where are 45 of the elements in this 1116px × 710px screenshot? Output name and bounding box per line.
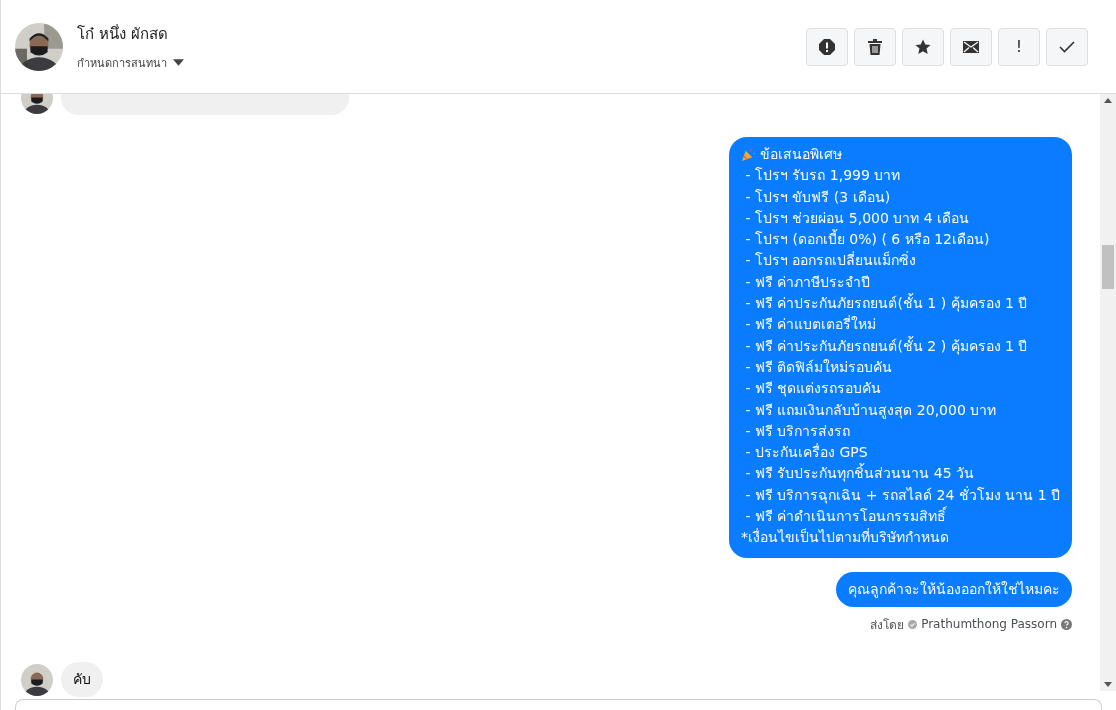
- exclaim-button[interactable]: !: [998, 27, 1040, 66]
- message-line: - ฟรี ค่าประกันภัยรถยนต์(ชั้น 2 ) คุ้มครอง 1 ปี: [744, 335, 1029, 357]
- trash-button[interactable]: [854, 27, 896, 66]
- message-line: - โปรฯ ขับฟรี (3 เดือน): [744, 187, 892, 207]
- message-title: ข้อเสนอพิเศษ: [760, 145, 842, 164]
- party-popper-icon: [741, 147, 756, 163]
- mail-button[interactable]: [950, 27, 992, 66]
- check-button[interactable]: [1046, 27, 1088, 66]
- check-icon: [1059, 38, 1075, 55]
- message-line: - ฟรี บริการส่งรถ: [744, 421, 852, 441]
- scrollbar-thumb[interactable]: [1102, 245, 1114, 289]
- message-input[interactable]: [15, 699, 1102, 710]
- message-line: - ฟรี ค่าแบตเตอรี่ใหม่: [744, 314, 878, 335]
- message-line: - โปรฯ (ดอกเบี้ย 0%) ( 6 หรือ 12เดือน): [744, 229, 991, 250]
- message-line: *เงื่อนไขเป็นไปตามที่บริษัทกำหนด: [741, 527, 950, 548]
- message-line: - ฟรี ค่าประกันภัยรถยนต์(ชั้น 1 ) คุ้มครอง 1 ปี: [744, 293, 1029, 314]
- alert-icon: [819, 38, 835, 55]
- message-line: - โปรฯ ช่วยผ่อน 5,000 บาท 4 เดือน: [744, 208, 971, 228]
- message-line: - ฟรี บริการฉุกเฉิน + รถสไลด์ 24 ชั่วโมง นาน 1 ปี: [744, 485, 1060, 506]
- star-icon: [915, 38, 931, 55]
- message-line: - ฟรี ชุดแต่งรถรอบคัน: [744, 379, 883, 399]
- sent-by-label: ส่งโดย: [870, 616, 905, 634]
- message-line: - ฟรี ค่าดำเนินการโอนกรรมสิทธิ์: [744, 506, 948, 527]
- message-line: - ฟรี รับประกันทุกชิ้นส่วนนาน 45 วัน: [744, 463, 976, 484]
- alert-button[interactable]: [806, 27, 848, 66]
- message-bubble: คุณลูกค้าจะให้น้องออกให้ใช่ไหมคะ: [836, 571, 1072, 607]
- message-line: - ประกันเครื่อง GPS: [744, 442, 869, 463]
- mail-icon: [963, 38, 979, 55]
- caret-icon: [173, 59, 184, 66]
- verified-icon: [908, 619, 918, 629]
- message-bubble: คับ: [61, 661, 103, 697]
- star-button[interactable]: [902, 27, 944, 66]
- scroll-up-arrow[interactable]: [1104, 98, 1112, 103]
- message-line: - โปรฯ ออกรถเปลี่ยนแม็กซิ่ง: [744, 250, 918, 271]
- trash-icon: [867, 38, 883, 55]
- message-line: - โปรฯ รับรถ 1,999 บาท: [744, 166, 902, 186]
- help-icon: [1061, 618, 1072, 630]
- scroll-down-arrow[interactable]: [1104, 682, 1112, 687]
- message-line: - ฟรี ค่าภาษีประจำปี: [744, 272, 872, 292]
- scrollbar[interactable]: [1100, 94, 1116, 691]
- sender-link[interactable]: Prathumthong Passorn: [921, 617, 1057, 632]
- conversation-menu[interactable]: กำหนดการสนทนา: [77, 53, 184, 72]
- contact-name: โก๋ หนึ่ง ผักสด: [77, 23, 169, 45]
- message-line: - ฟรี ติดฟิล์มใหม่รอบคัน: [744, 357, 894, 377]
- message-line: - ฟรี แถมเงินกลับบ้านสูงสุด 20,000 บาท: [744, 400, 998, 421]
